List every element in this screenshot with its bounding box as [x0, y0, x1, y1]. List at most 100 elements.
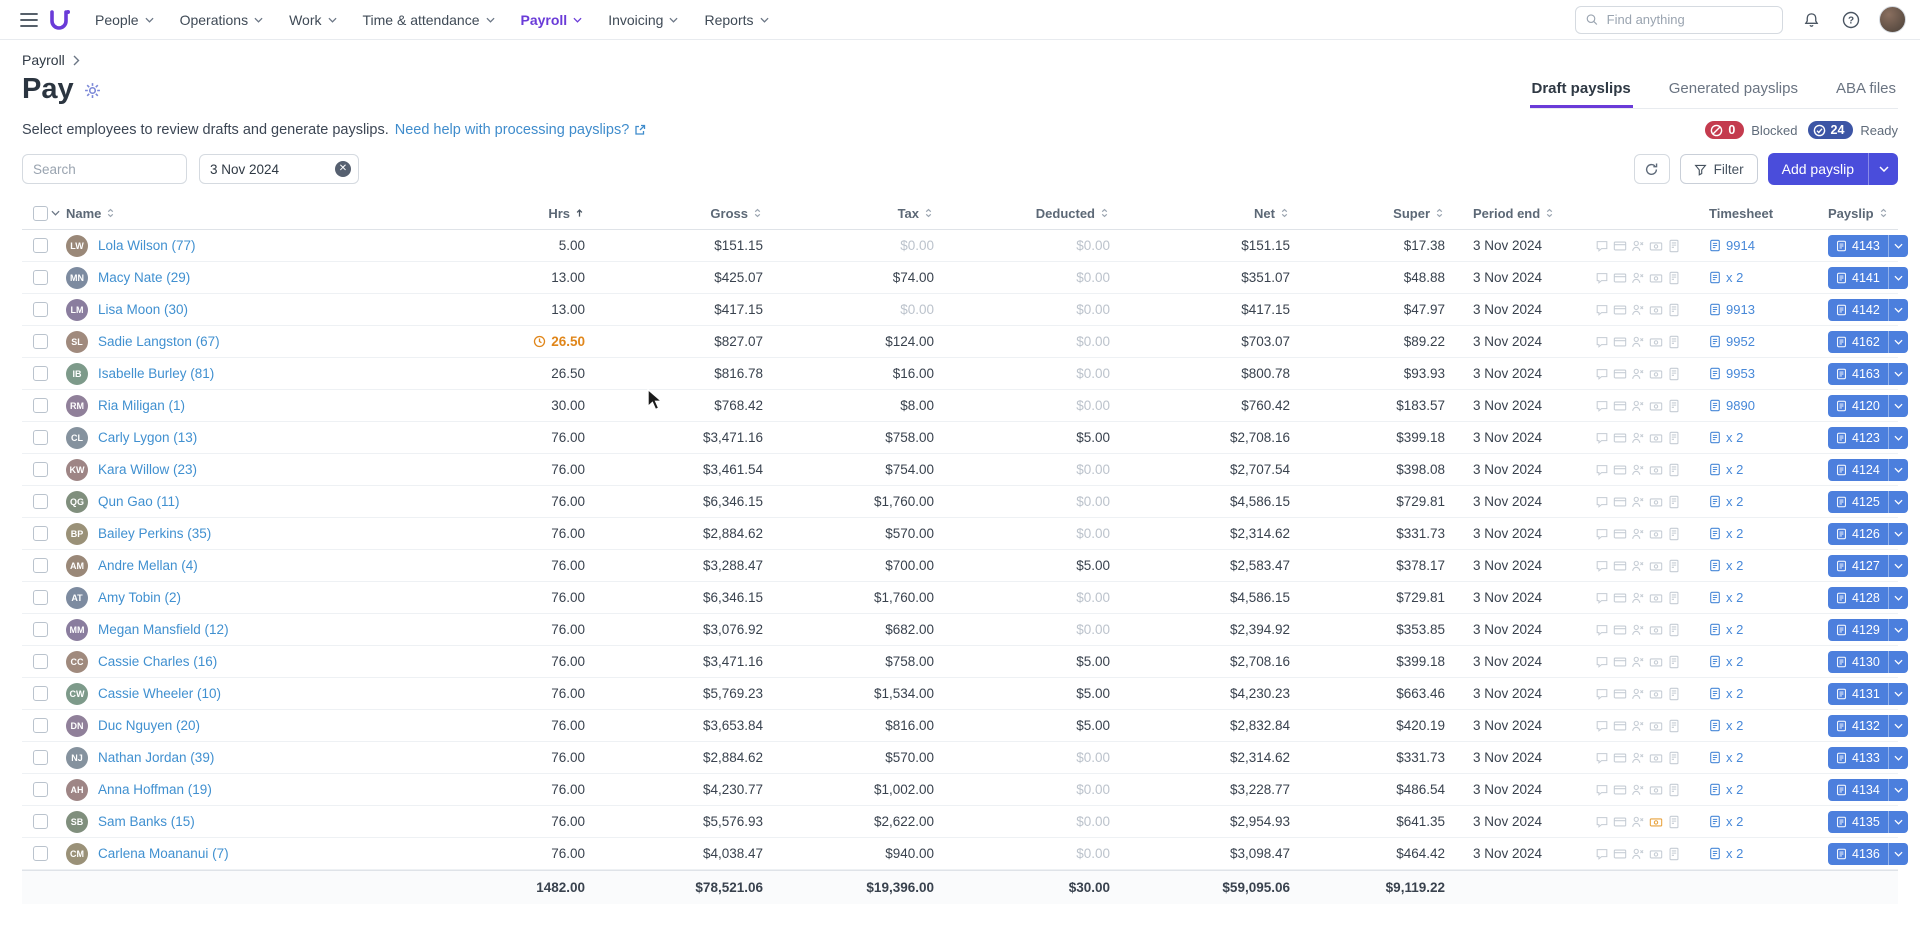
payslip-button[interactable]: 4133 [1828, 747, 1888, 769]
column-header-name[interactable]: Name [66, 206, 396, 221]
payslip-button[interactable]: 4142 [1828, 299, 1888, 321]
payslip-button[interactable]: 4125 [1828, 491, 1888, 513]
payslip-dropdown[interactable] [1887, 618, 1908, 641]
employee-name-link[interactable]: Lisa Moon (30) [98, 302, 188, 317]
timesheet-link[interactable]: x 2 [1695, 750, 1811, 765]
row-checkbox[interactable] [33, 366, 48, 381]
row-checkbox[interactable] [33, 654, 48, 669]
breadcrumb-payroll[interactable]: Payroll [22, 52, 65, 68]
help-icon[interactable]: ? [1839, 8, 1863, 32]
employee-name-link[interactable]: Megan Mansfield (12) [98, 622, 229, 637]
employee-name-link[interactable]: Macy Nate (29) [98, 270, 190, 285]
payslip-button[interactable]: 4135 [1828, 811, 1888, 833]
payslip-button[interactable]: 4136 [1828, 843, 1888, 865]
row-checkbox[interactable] [33, 462, 48, 477]
ready-badge[interactable]: 24 [1807, 121, 1854, 139]
row-checkbox[interactable] [33, 430, 48, 445]
employee-name-link[interactable]: Kara Willow (23) [98, 462, 197, 477]
employee-name-link[interactable]: Amy Tobin (2) [98, 590, 181, 605]
timesheet-link[interactable]: x 2 [1695, 526, 1811, 541]
timesheet-link[interactable]: x 2 [1695, 590, 1811, 605]
column-header-gross[interactable]: Gross [597, 206, 775, 221]
clear-date-icon[interactable]: ✕ [335, 161, 351, 177]
nav-item-invoicing[interactable]: Invoicing [595, 0, 691, 40]
payslip-button[interactable]: 4132 [1828, 715, 1888, 737]
timesheet-link[interactable]: x 2 [1695, 654, 1811, 669]
payslip-dropdown[interactable] [1887, 234, 1908, 257]
row-checkbox[interactable] [33, 302, 48, 317]
row-checkbox[interactable] [33, 590, 48, 605]
row-checkbox[interactable] [33, 718, 48, 733]
payslip-dropdown[interactable] [1887, 394, 1908, 417]
payslip-button[interactable]: 4123 [1828, 427, 1888, 449]
employee-name-link[interactable]: Bailey Perkins (35) [98, 526, 211, 541]
row-checkbox[interactable] [33, 814, 48, 829]
employee-name-link[interactable]: Sadie Langston (67) [98, 334, 220, 349]
menu-icon[interactable] [14, 5, 44, 35]
employee-name-link[interactable]: Lola Wilson (77) [98, 238, 196, 253]
nav-item-operations[interactable]: Operations [167, 0, 276, 40]
employee-name-link[interactable]: Cassie Wheeler (10) [98, 686, 221, 701]
tab-draft-payslips[interactable]: Draft payslips [1529, 70, 1633, 108]
payslip-button[interactable]: 4163 [1828, 363, 1888, 385]
column-header-net[interactable]: Net [1122, 206, 1302, 221]
employee-name-link[interactable]: Isabelle Burley (81) [98, 366, 214, 381]
filter-button[interactable]: Filter [1679, 154, 1758, 184]
column-header-super[interactable]: Super [1302, 206, 1457, 221]
payslip-dropdown[interactable] [1887, 522, 1908, 545]
notifications-bell-icon[interactable] [1799, 8, 1823, 32]
payslip-button[interactable]: 4141 [1828, 267, 1888, 289]
row-checkbox[interactable] [33, 686, 48, 701]
timesheet-link[interactable]: x 2 [1695, 782, 1811, 797]
payslip-dropdown[interactable] [1887, 458, 1908, 481]
payslip-button[interactable]: 4134 [1828, 779, 1888, 801]
payslip-button[interactable]: 4131 [1828, 683, 1888, 705]
pay-date-filter[interactable]: 3 Nov 2024 ✕ [199, 154, 359, 184]
column-header-period-end[interactable]: Period end [1457, 206, 1579, 221]
row-checkbox[interactable] [33, 398, 48, 413]
employee-name-link[interactable]: Sam Banks (15) [98, 814, 195, 829]
payslip-button[interactable]: 4127 [1828, 555, 1888, 577]
timesheet-link[interactable]: 9914 [1695, 238, 1811, 253]
column-header-hrs[interactable]: Hrs [396, 206, 597, 221]
payslip-dropdown[interactable] [1887, 298, 1908, 321]
employee-name-link[interactable]: Carlena Moananui (7) [98, 846, 229, 861]
global-search-input[interactable] [1604, 11, 1772, 28]
timesheet-link[interactable]: x 2 [1695, 558, 1811, 573]
employee-name-link[interactable]: Ria Miligan (1) [98, 398, 185, 413]
payslip-dropdown[interactable] [1887, 810, 1908, 833]
row-checkbox[interactable] [33, 238, 48, 253]
tab-generated-payslips[interactable]: Generated payslips [1667, 70, 1800, 108]
nav-item-reports[interactable]: Reports [691, 0, 781, 40]
settings-gear-icon[interactable] [84, 82, 101, 99]
row-checkbox[interactable] [33, 334, 48, 349]
timesheet-link[interactable]: 9890 [1695, 398, 1811, 413]
nav-item-work[interactable]: Work [276, 0, 349, 40]
payslip-dropdown[interactable] [1887, 842, 1908, 865]
help-processing-link[interactable]: Need help with processing payslips? [395, 122, 647, 138]
nav-item-payroll[interactable]: Payroll [508, 0, 596, 40]
column-header-payslip[interactable]: Payslip [1811, 206, 1898, 221]
row-checkbox[interactable] [33, 270, 48, 285]
nav-item-time-attendance[interactable]: Time & attendance [350, 0, 508, 40]
timesheet-link[interactable]: x 2 [1695, 462, 1811, 477]
employee-name-link[interactable]: Andre Mellan (4) [98, 558, 198, 573]
payslip-dropdown[interactable] [1887, 330, 1908, 353]
add-payslip-dropdown[interactable] [1868, 153, 1898, 185]
nav-item-people[interactable]: People [82, 0, 167, 40]
payslip-button[interactable]: 4120 [1828, 395, 1888, 417]
row-checkbox[interactable] [33, 750, 48, 765]
timesheet-link[interactable]: 9913 [1695, 302, 1811, 317]
row-checkbox[interactable] [33, 526, 48, 541]
timesheet-link[interactable]: x 2 [1695, 846, 1811, 861]
blocked-badge[interactable]: 0 [1705, 121, 1745, 139]
column-header-tax[interactable]: Tax [775, 206, 946, 221]
payslip-button[interactable]: 4162 [1828, 331, 1888, 353]
add-payslip-button[interactable]: Add payslip [1768, 153, 1868, 185]
user-avatar[interactable] [1879, 6, 1906, 33]
timesheet-link[interactable]: x 2 [1695, 494, 1811, 509]
payslip-dropdown[interactable] [1887, 714, 1908, 737]
timesheet-link[interactable]: 9952 [1695, 334, 1811, 349]
payslip-dropdown[interactable] [1887, 778, 1908, 801]
employee-name-link[interactable]: Duc Nguyen (20) [98, 718, 200, 733]
